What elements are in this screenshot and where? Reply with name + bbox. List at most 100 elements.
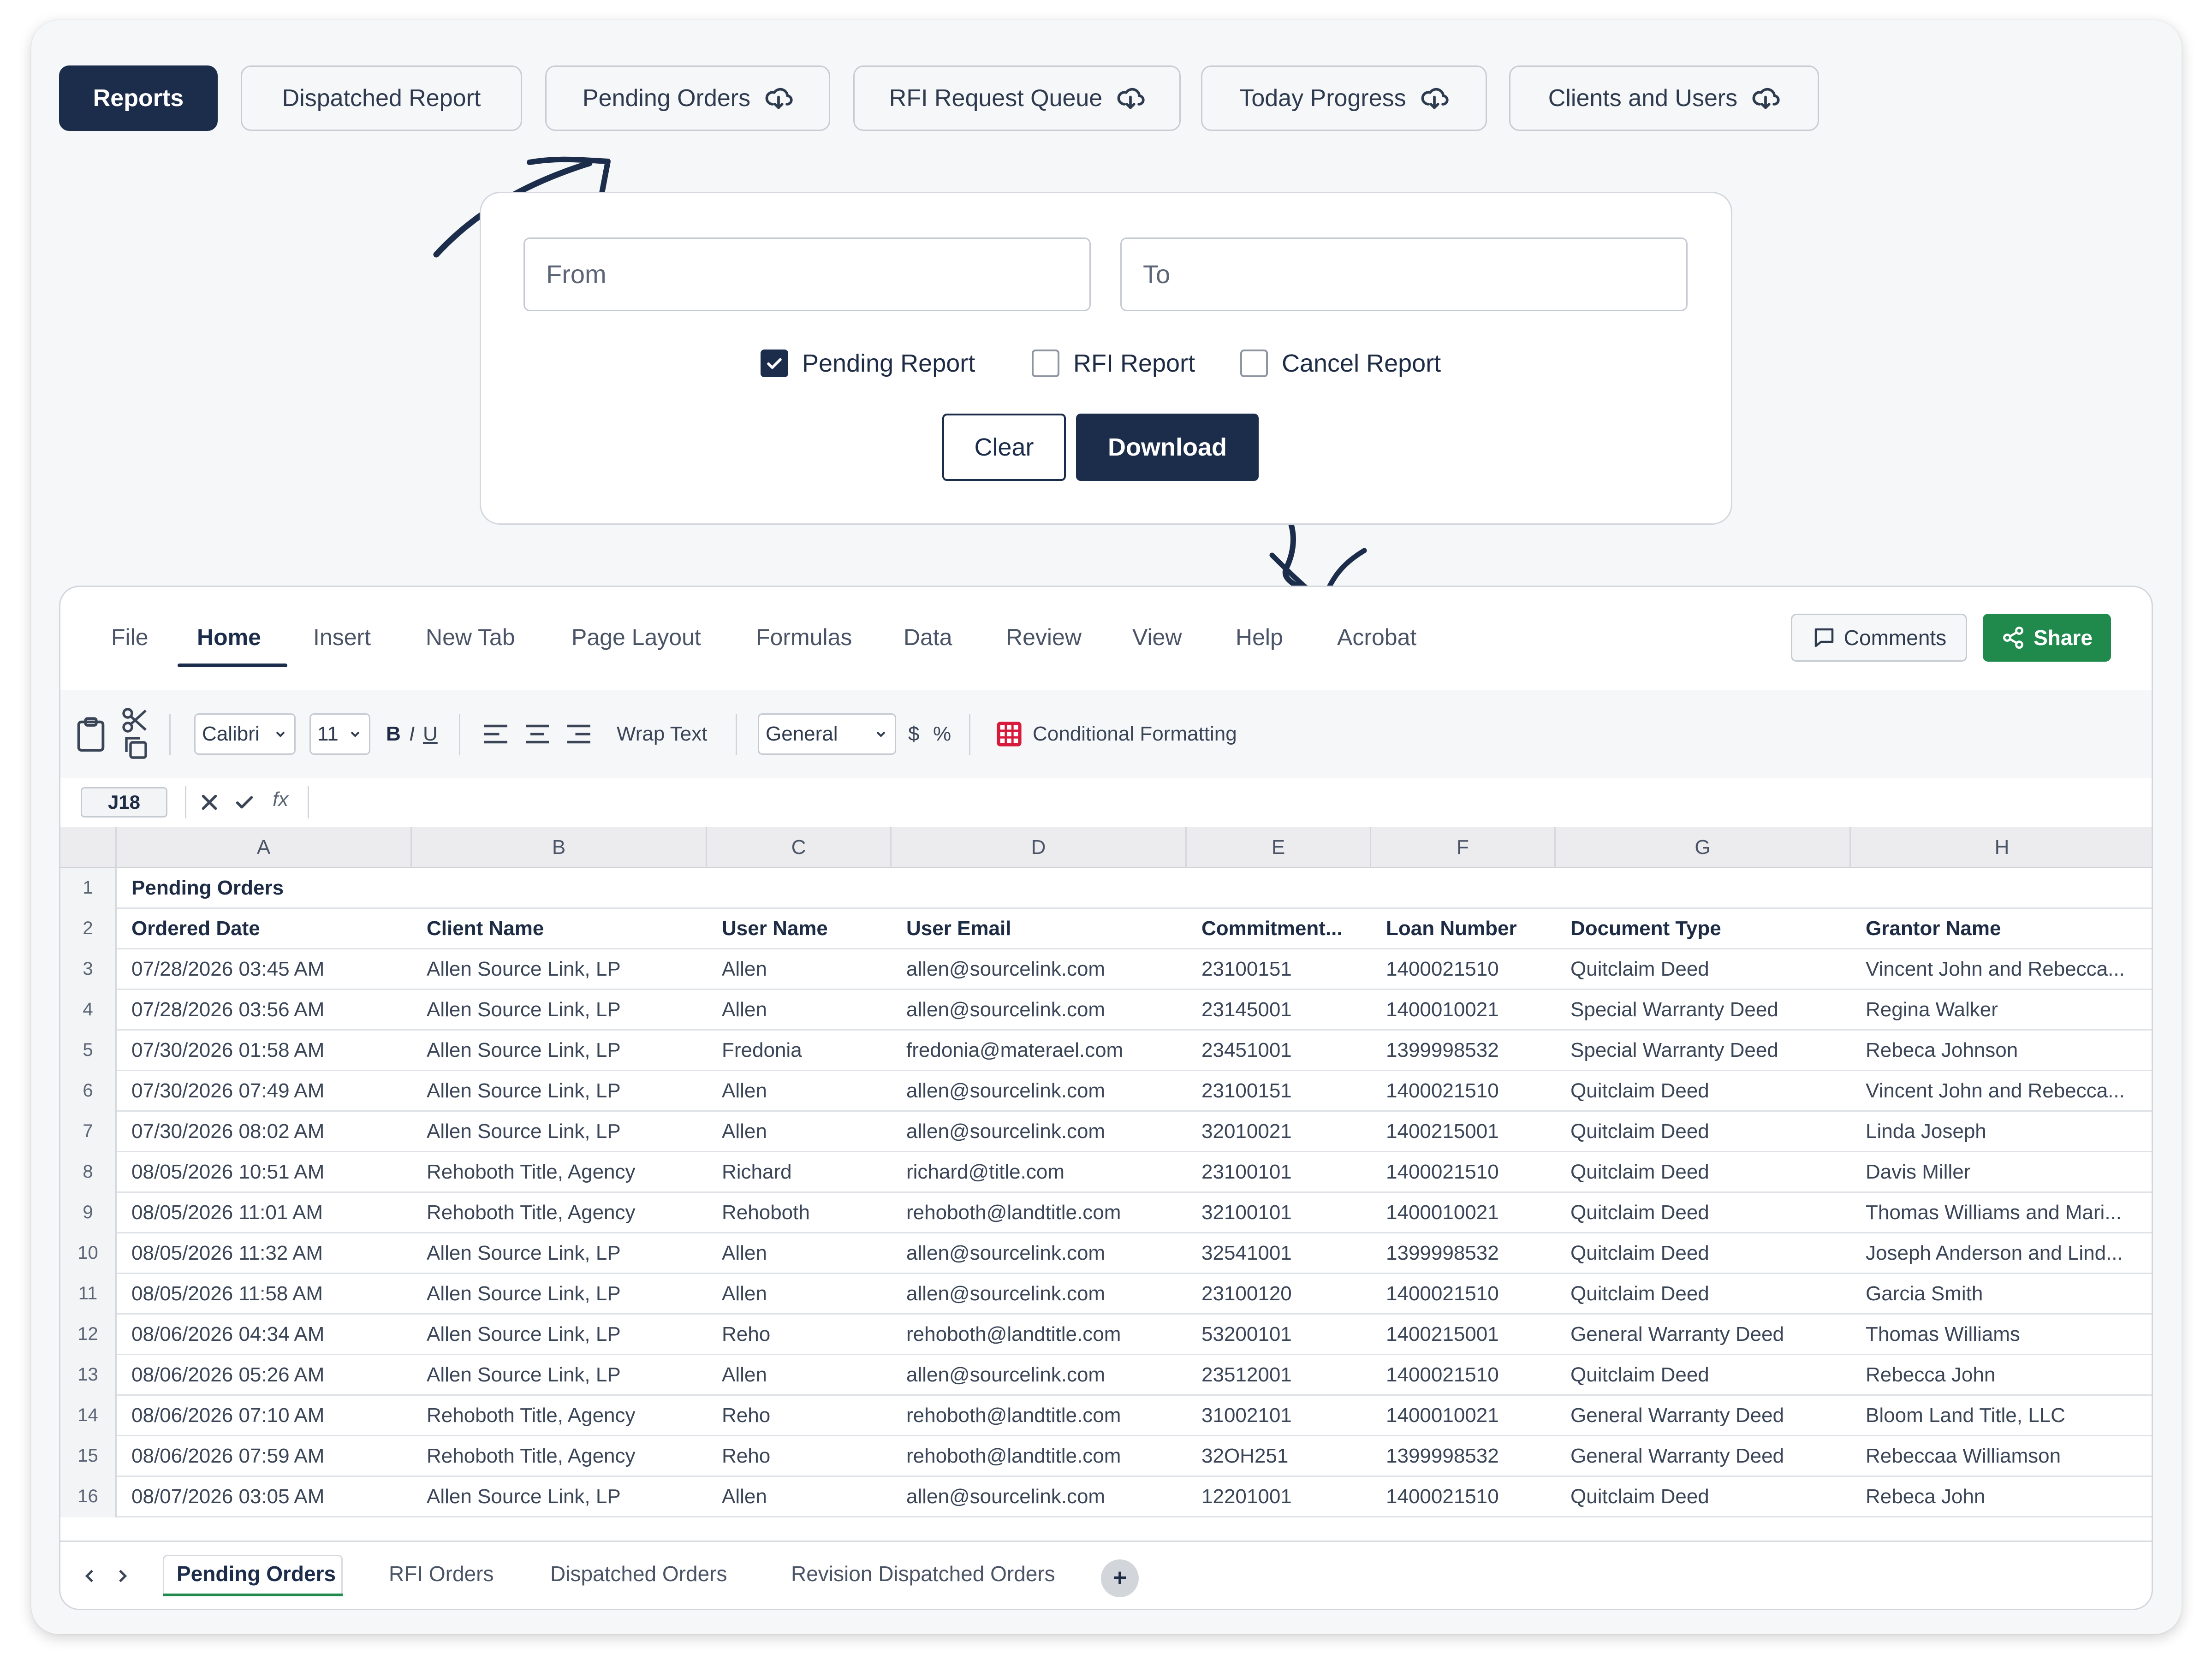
table-cell[interactable]: Vincent John and Rebecca... <box>1851 949 2152 990</box>
table-cell[interactable]: Allen <box>707 1112 892 1152</box>
table-cell[interactable]: 1399998532 <box>1371 1436 1556 1477</box>
table-cell[interactable]: allen@sourcelink.com <box>892 1071 1187 1112</box>
sheet-tab-pending-orders[interactable]: Pending Orders <box>177 1561 336 1586</box>
table-cell[interactable]: 07/30/2026 08:02 AM <box>117 1112 412 1152</box>
table-cell[interactable]: Quitclaim Deed <box>1556 949 1851 990</box>
wrap-text-button[interactable]: Wrap Text <box>617 690 707 778</box>
table-cell[interactable]: Allen Source Link, LP <box>412 1477 707 1517</box>
ribbon-tab-home[interactable]: Home <box>197 624 261 651</box>
table-cell[interactable]: Rebeccaa Williamson <box>1851 1436 2152 1477</box>
table-cell[interactable]: 1400021510 <box>1371 1477 1556 1517</box>
column-header-a[interactable]: A <box>117 827 412 868</box>
row-header[interactable]: 11 <box>60 1274 117 1315</box>
table-cell[interactable]: fredonia@materael.com <box>892 1031 1187 1071</box>
table-cell[interactable]: 23100101 <box>1187 1152 1371 1193</box>
header-cell[interactable]: Loan Number <box>1371 909 1556 949</box>
table-cell[interactable]: Allen Source Link, LP <box>412 1112 707 1152</box>
font-size-select[interactable]: 11 <box>309 713 370 755</box>
row-header[interactable]: 14 <box>60 1396 117 1436</box>
ribbon-tab-file[interactable]: File <box>111 624 149 651</box>
table-cell[interactable]: Rehoboth Title, Agency <box>412 1436 707 1477</box>
table-cell[interactable]: Davis Miller <box>1851 1152 2152 1193</box>
table-cell[interactable]: Fredonia <box>707 1031 892 1071</box>
chevron-left-icon[interactable] <box>81 1567 99 1585</box>
table-cell[interactable]: 08/06/2026 07:59 AM <box>117 1436 412 1477</box>
table-cell[interactable]: 32100101 <box>1187 1193 1371 1233</box>
row-header[interactable]: 13 <box>60 1355 117 1396</box>
column-header-f[interactable]: F <box>1371 827 1556 868</box>
table-cell[interactable]: Rehoboth Title, Agency <box>412 1396 707 1436</box>
table-cell[interactable]: 23145001 <box>1187 990 1371 1031</box>
table-cell[interactable]: Quitclaim Deed <box>1556 1193 1851 1233</box>
table-cell[interactable]: allen@sourcelink.com <box>892 1112 1187 1152</box>
table-cell[interactable]: 08/05/2026 11:32 AM <box>117 1233 412 1274</box>
header-cell[interactable]: Grantor Name <box>1851 909 2152 949</box>
sheet-tab-dispatched-orders[interactable]: Dispatched Orders <box>550 1561 727 1586</box>
table-cell[interactable]: 1400021510 <box>1371 1274 1556 1315</box>
table-cell[interactable]: Linda Joseph <box>1851 1112 2152 1152</box>
table-cell[interactable]: Quitclaim Deed <box>1556 1355 1851 1396</box>
chevron-right-icon[interactable] <box>113 1567 131 1585</box>
ribbon-tab-page-layout[interactable]: Page Layout <box>571 624 701 651</box>
ribbon-tab-view[interactable]: View <box>1132 624 1182 651</box>
row-header[interactable]: 3 <box>60 949 117 990</box>
table-cell[interactable]: 1400010021 <box>1371 1193 1556 1233</box>
table-cell[interactable]: Allen Source Link, LP <box>412 949 707 990</box>
checkbox-checked-icon[interactable] <box>761 350 788 377</box>
tab-today-progress[interactable]: Today Progress <box>1201 65 1487 131</box>
table-cell[interactable] <box>1851 868 2152 909</box>
table-cell[interactable]: richard@title.com <box>892 1152 1187 1193</box>
table-cell[interactable]: Quitclaim Deed <box>1556 1152 1851 1193</box>
table-cell[interactable]: Reho <box>707 1436 892 1477</box>
ribbon-tab-new-tab[interactable]: New Tab <box>426 624 515 651</box>
sheet-tab-revision-dispatched-orders[interactable]: Revision Dispatched Orders <box>791 1561 1055 1586</box>
formula-input[interactable] <box>319 788 2117 816</box>
header-cell[interactable]: Client Name <box>412 909 707 949</box>
table-cell[interactable]: 53200101 <box>1187 1315 1371 1355</box>
table-cell[interactable]: General Warranty Deed <box>1556 1396 1851 1436</box>
ribbon-tab-acrobat[interactable]: Acrobat <box>1337 624 1416 651</box>
table-cell[interactable]: 08/05/2026 10:51 AM <box>117 1152 412 1193</box>
tab-dispatched-report[interactable]: Dispatched Report <box>241 65 522 131</box>
row-header[interactable]: 9 <box>60 1193 117 1233</box>
table-cell[interactable]: Thomas Williams and Mari... <box>1851 1193 2152 1233</box>
checkbox-pending-report[interactable]: Pending Report <box>761 349 975 378</box>
row-header[interactable]: 2 <box>60 909 117 949</box>
currency-button[interactable]: $ <box>908 690 919 778</box>
bold-button[interactable]: B <box>386 690 401 778</box>
column-header-d[interactable]: D <box>892 827 1187 868</box>
table-cell[interactable]: Bloom Land Title, LLC <box>1851 1396 2152 1436</box>
table-cell[interactable]: allen@sourcelink.com <box>892 1477 1187 1517</box>
row-header[interactable]: 16 <box>60 1477 117 1517</box>
share-button[interactable]: Share <box>1983 614 2111 662</box>
table-cell[interactable]: 23100120 <box>1187 1274 1371 1315</box>
align-center-button[interactable] <box>523 690 551 778</box>
select-all-corner[interactable] <box>60 827 117 868</box>
row-header[interactable]: 8 <box>60 1152 117 1193</box>
table-cell[interactable]: Special Warranty Deed <box>1556 1031 1851 1071</box>
font-select[interactable]: Calibri <box>194 713 296 755</box>
cut-copy-buttons[interactable] <box>120 690 149 778</box>
checkbox-rfi-report[interactable]: RFI Report <box>1032 349 1195 378</box>
table-cell[interactable]: Allen Source Link, LP <box>412 1315 707 1355</box>
table-cell[interactable]: Allen <box>707 1355 892 1396</box>
table-cell[interactable]: Quitclaim Deed <box>1556 1233 1851 1274</box>
ribbon-tab-data[interactable]: Data <box>904 624 952 651</box>
to-date-field[interactable]: To <box>1120 237 1688 311</box>
table-cell[interactable]: Special Warranty Deed <box>1556 990 1851 1031</box>
table-cell[interactable]: Allen Source Link, LP <box>412 1071 707 1112</box>
tab-reports[interactable]: Reports <box>59 65 218 131</box>
table-cell[interactable]: Reho <box>707 1396 892 1436</box>
table-cell[interactable]: Allen <box>707 1233 892 1274</box>
table-cell[interactable] <box>412 868 707 909</box>
table-cell[interactable] <box>1371 868 1556 909</box>
row-header[interactable]: 1 <box>60 868 117 909</box>
checkbox-cancel-report[interactable]: Cancel Report <box>1240 349 1441 378</box>
table-cell[interactable] <box>892 868 1187 909</box>
align-left-button[interactable] <box>482 690 510 778</box>
table-cell[interactable]: Allen Source Link, LP <box>412 1031 707 1071</box>
table-cell[interactable]: 31002101 <box>1187 1396 1371 1436</box>
row-header[interactable]: 5 <box>60 1031 117 1071</box>
column-header-g[interactable]: G <box>1556 827 1851 868</box>
number-format-select[interactable]: General <box>758 713 896 755</box>
